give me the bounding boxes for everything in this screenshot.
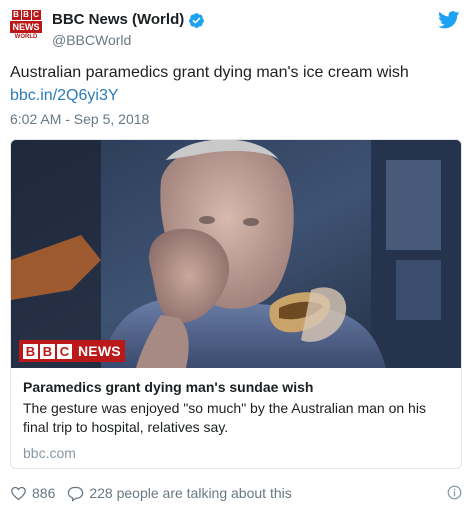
info-icon[interactable] xyxy=(447,485,462,500)
avatar-bbc-blocks: B B C xyxy=(10,10,42,20)
bbc-news-badge: B B C NEWS xyxy=(19,340,125,362)
avatar-news-label: NEWS xyxy=(10,21,42,33)
embedded-tweet: B B C NEWS WORLD BBC News (World) @BBCWo… xyxy=(0,0,472,506)
card-photo xyxy=(11,140,461,368)
like-action[interactable]: 886 xyxy=(10,485,55,502)
comment-icon[interactable] xyxy=(67,485,84,502)
card-description: The gesture was enjoyed "so much" by the… xyxy=(23,400,426,435)
author-name-row[interactable]: BBC News (World) xyxy=(52,10,205,30)
tweet-actions: 886 228 people are talking about this xyxy=(10,483,462,503)
badge-news-label: NEWS xyxy=(78,343,121,359)
tweet-link[interactable]: bbc.in/2Q6yi3Y xyxy=(10,86,119,106)
tweet-timestamp[interactable]: 6:02 AM - Sep 5, 2018 xyxy=(10,110,149,128)
author-display-name[interactable]: BBC News (World) xyxy=(52,10,184,30)
avatar-world-label: WORLD xyxy=(14,34,38,40)
link-card[interactable]: B B C NEWS Paramedics grant dying man's … xyxy=(10,139,462,469)
heart-icon[interactable] xyxy=(10,485,27,502)
avatar-block-b1: B xyxy=(11,10,21,20)
bbc-news-avatar[interactable]: B B C NEWS WORLD xyxy=(10,10,42,42)
card-title[interactable]: Paramedics grant dying man's sundae wish xyxy=(23,378,449,396)
conversation-action[interactable]: 228 people are talking about this xyxy=(67,485,292,502)
avatar-block-b2: B xyxy=(21,10,31,20)
avatar-block-c: C xyxy=(31,10,41,20)
like-count: 886 xyxy=(32,485,56,501)
twitter-bird-icon[interactable] xyxy=(438,11,460,29)
verified-badge-icon xyxy=(189,12,205,28)
card-body[interactable]: Paramedics grant dying man's sundae wish… xyxy=(11,368,461,468)
card-image[interactable]: B B C NEWS xyxy=(11,140,461,368)
conversation-text[interactable]: 228 people are talking about this xyxy=(89,485,291,501)
badge-block-c: C xyxy=(57,343,72,359)
card-domain: bbc.com xyxy=(23,445,76,461)
badge-block-b2: B xyxy=(40,343,55,359)
badge-block-b1: B xyxy=(23,343,38,359)
author-handle[interactable]: @BBCWorld xyxy=(52,31,131,49)
tweet-text: Australian paramedics grant dying man's … xyxy=(10,64,409,81)
